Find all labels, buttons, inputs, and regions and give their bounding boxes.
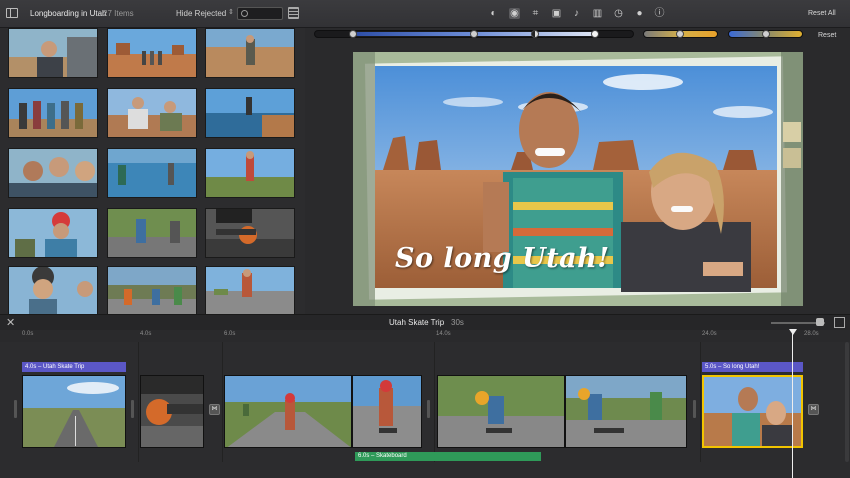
browser-clip-thumbnail[interactable]: [205, 208, 295, 258]
timeline-divider: [138, 342, 139, 462]
browser-clip-thumbnail[interactable]: [8, 208, 98, 258]
contrast-handle[interactable]: [470, 30, 478, 38]
timeline-scrollbar[interactable]: [845, 342, 849, 462]
chevron-updown-icon[interactable]: ⇕: [228, 8, 234, 16]
ruler-tick-label: 28.0s: [804, 331, 819, 337]
library-title: Longboarding in Utah: [30, 9, 107, 18]
ruler-tick-label: 24.0s: [702, 331, 717, 337]
project-duration: 30s: [451, 318, 464, 327]
playhead[interactable]: [792, 330, 793, 478]
stabilization-icon[interactable]: ▣: [551, 8, 562, 19]
timeline-video-clip[interactable]: [140, 375, 204, 448]
search-icon: [241, 10, 248, 17]
sidebar-toggle-icon[interactable]: [6, 8, 18, 18]
title-overlay-text: So long Utah!: [395, 243, 610, 274]
brightness-handle[interactable]: [531, 30, 539, 38]
browser-clip-thumbnail[interactable]: [8, 266, 98, 316]
playhead-marker-icon[interactable]: [789, 329, 797, 335]
filter-dropdown[interactable]: Hide Rejected: [176, 9, 226, 18]
color-balance-icon[interactable]: ◐: [488, 8, 499, 19]
reset-all-button[interactable]: Reset All: [808, 10, 836, 17]
info-icon[interactable]: ⓘ: [654, 8, 665, 19]
browser-clip-thumbnail[interactable]: [8, 28, 98, 78]
timeline-settings-icon[interactable]: [834, 317, 845, 328]
speed-icon[interactable]: ◷: [613, 8, 624, 19]
close-icon[interactable]: ✕: [6, 316, 15, 329]
audio-clip-bar[interactable]: 6.0s – Skateboard: [355, 452, 541, 461]
browser-clip-thumbnail[interactable]: [107, 28, 197, 78]
shadows-handle[interactable]: [349, 30, 357, 38]
timeline-video-clip[interactable]: [565, 375, 687, 448]
noise-reduction-icon[interactable]: ▥: [592, 8, 603, 19]
library-item-count: 27 Items: [103, 9, 134, 18]
imovie-window: Longboarding in Utah 27 Items Hide Rejec…: [0, 0, 850, 478]
clip-filter-icon[interactable]: ●: [634, 8, 645, 19]
browser-clip-thumbnail[interactable]: [205, 28, 295, 78]
timeline-video-clip[interactable]: [22, 375, 126, 448]
search-input[interactable]: [237, 7, 283, 20]
browser-clip-thumbnail[interactable]: [8, 88, 98, 138]
clip-trim-handle[interactable]: [427, 400, 430, 418]
clip-trim-handle[interactable]: [131, 400, 134, 418]
timeline-video-clip-selected[interactable]: [702, 375, 803, 448]
browser-clip-thumbnail[interactable]: [205, 266, 295, 316]
reset-button[interactable]: Reset: [818, 32, 836, 39]
title-clip-bar[interactable]: 4.0s – Utah Skate Trip: [22, 362, 126, 372]
timeline-divider: [434, 342, 435, 462]
filmstrip-view-icon[interactable]: [288, 7, 299, 19]
temperature-handle[interactable]: [762, 30, 770, 38]
clip-trim-handle[interactable]: [693, 400, 696, 418]
transition-icon[interactable]: ⋈: [808, 404, 819, 415]
timeline-ruler[interactable]: [0, 330, 850, 342]
timeline-divider: [222, 342, 223, 462]
crop-icon[interactable]: ⌗: [530, 8, 541, 19]
volume-icon[interactable]: ♪: [571, 8, 582, 19]
browser-clip-thumbnail[interactable]: [107, 88, 197, 138]
title-clip-bar[interactable]: 5.0s – So long Utah!: [702, 362, 803, 372]
transition-icon[interactable]: ⋈: [209, 404, 220, 415]
ruler-tick-label: 4.0s: [140, 331, 152, 337]
timeline-video-clip[interactable]: [352, 375, 422, 448]
timeline-zoom-handle[interactable]: [816, 318, 824, 326]
browser-clip-thumbnail[interactable]: [205, 88, 295, 138]
highlights-handle[interactable]: [591, 30, 599, 38]
browser-clip-thumbnail[interactable]: [107, 266, 197, 316]
ruler-tick-label: 6.0s: [224, 331, 236, 337]
timeline-video-clip[interactable]: [224, 375, 352, 448]
project-title: Utah Skate Trip: [389, 318, 445, 327]
timeline-divider: [700, 342, 701, 462]
timeline-video-clip[interactable]: [437, 375, 565, 448]
browser-clip-thumbnail[interactable]: [107, 148, 197, 198]
color-correction-icon[interactable]: ◉: [509, 8, 520, 19]
saturation-handle[interactable]: [676, 30, 684, 38]
browser-clip-thumbnail[interactable]: [205, 148, 295, 198]
clip-trim-handle[interactable]: [14, 400, 17, 418]
ruler-tick-label: 14.0s: [436, 331, 451, 337]
browser-clip-thumbnail[interactable]: [107, 208, 197, 258]
ruler-tick-label: 0.0s: [22, 331, 34, 337]
browser-clip-thumbnail[interactable]: [8, 148, 98, 198]
